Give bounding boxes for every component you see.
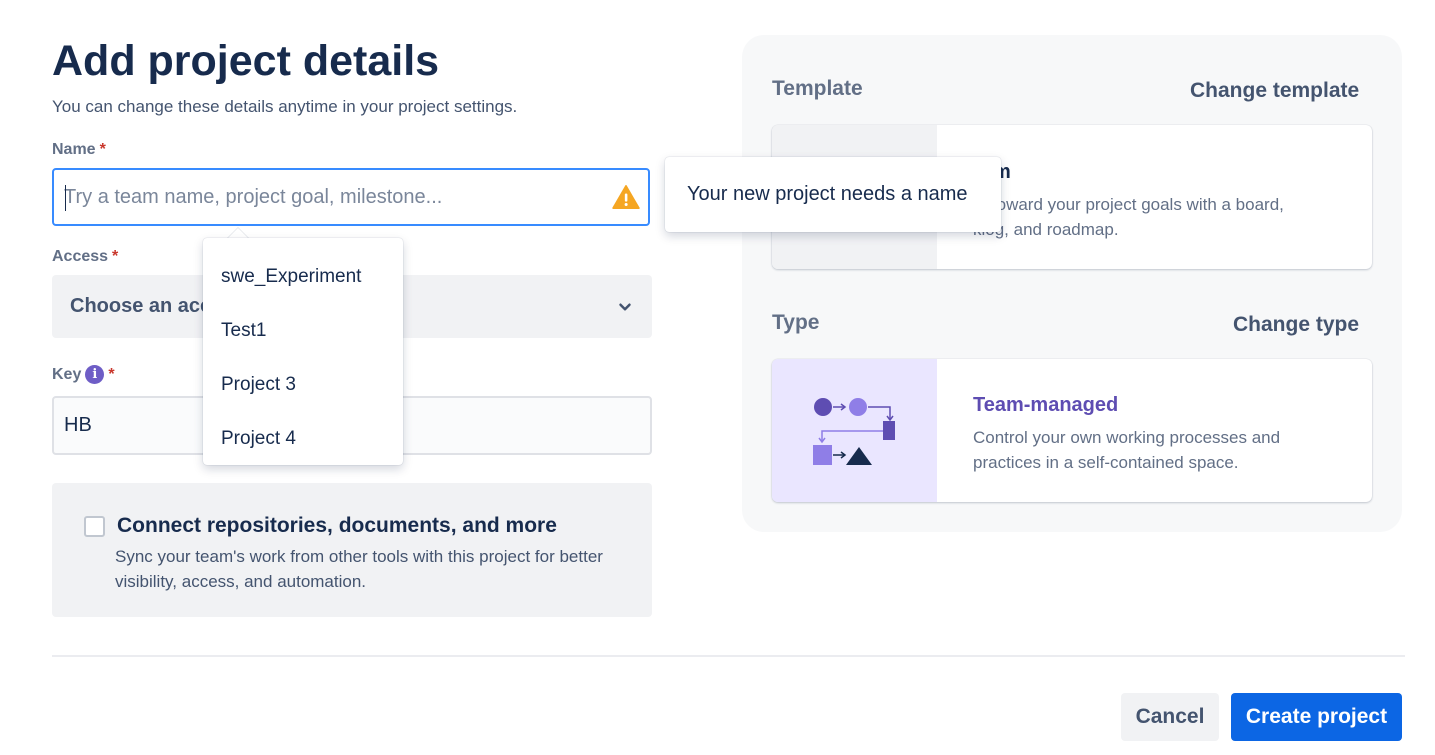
- team-managed-illustration: [772, 359, 937, 502]
- connect-title: Connect repositories, documents, and mor…: [117, 514, 557, 537]
- name-label-text: Name: [52, 141, 96, 158]
- text-caret: [65, 185, 66, 211]
- type-section-label: Type: [772, 311, 820, 334]
- page-subtitle: You can change these details anytime in …: [52, 97, 518, 116]
- name-suggestions-dropdown: swe_Experiment Test1 Project 3 Project 4: [203, 238, 403, 465]
- access-select-value: Choose an acc: [70, 295, 212, 317]
- key-label: Key i *: [52, 365, 115, 384]
- access-label: Access *: [52, 248, 118, 266]
- required-marker: *: [108, 365, 115, 383]
- info-icon[interactable]: i: [85, 365, 105, 384]
- suggestion-item[interactable]: Project 4: [203, 412, 403, 466]
- warning-icon: [612, 185, 640, 209]
- suggestion-item[interactable]: Test1: [203, 304, 403, 358]
- change-template-link[interactable]: Change template: [1190, 79, 1359, 103]
- workflow-icon: [813, 398, 895, 465]
- tooltip-text: Your new project needs a name: [687, 183, 968, 205]
- required-marker: *: [99, 141, 106, 158]
- type-description: Control your own working processes and p…: [973, 428, 1281, 472]
- connect-description: Sync your team's work from other tools w…: [115, 547, 603, 591]
- cancel-button[interactable]: Cancel: [1121, 693, 1219, 741]
- access-label-text: Access: [52, 248, 109, 265]
- name-required-tooltip: Your new project needs a name: [665, 157, 1001, 232]
- type-title: Team-managed: [973, 394, 1119, 416]
- template-description: nt toward your project goals with a boar…: [973, 192, 1333, 242]
- connect-tools-panel: Connect repositories, documents, and mor…: [52, 483, 652, 617]
- page-title: Add project details: [52, 37, 440, 85]
- name-field[interactable]: [52, 168, 650, 226]
- suggestion-item[interactable]: swe_Experiment: [203, 250, 403, 304]
- template-desc-line-2: klog, and roadmap.: [973, 220, 1119, 239]
- template-section-label: Template: [772, 77, 863, 100]
- name-input[interactable]: [54, 170, 612, 224]
- template-desc-line-1: nt toward your project goals with a boar…: [973, 195, 1284, 214]
- type-card[interactable]: Team-managed Control your own working pr…: [772, 359, 1372, 502]
- suggestion-item[interactable]: Project 3: [203, 358, 403, 412]
- footer-divider: [52, 655, 1405, 657]
- key-label-text: Key: [52, 365, 82, 383]
- key-input-value: HB: [64, 414, 92, 436]
- chevron-down-icon: [619, 303, 631, 310]
- name-label: Name *: [52, 141, 106, 159]
- change-type-link[interactable]: Change type: [1233, 313, 1359, 337]
- create-project-button[interactable]: Create project: [1231, 693, 1402, 741]
- required-marker: *: [112, 248, 119, 265]
- connect-checkbox[interactable]: [84, 516, 105, 537]
